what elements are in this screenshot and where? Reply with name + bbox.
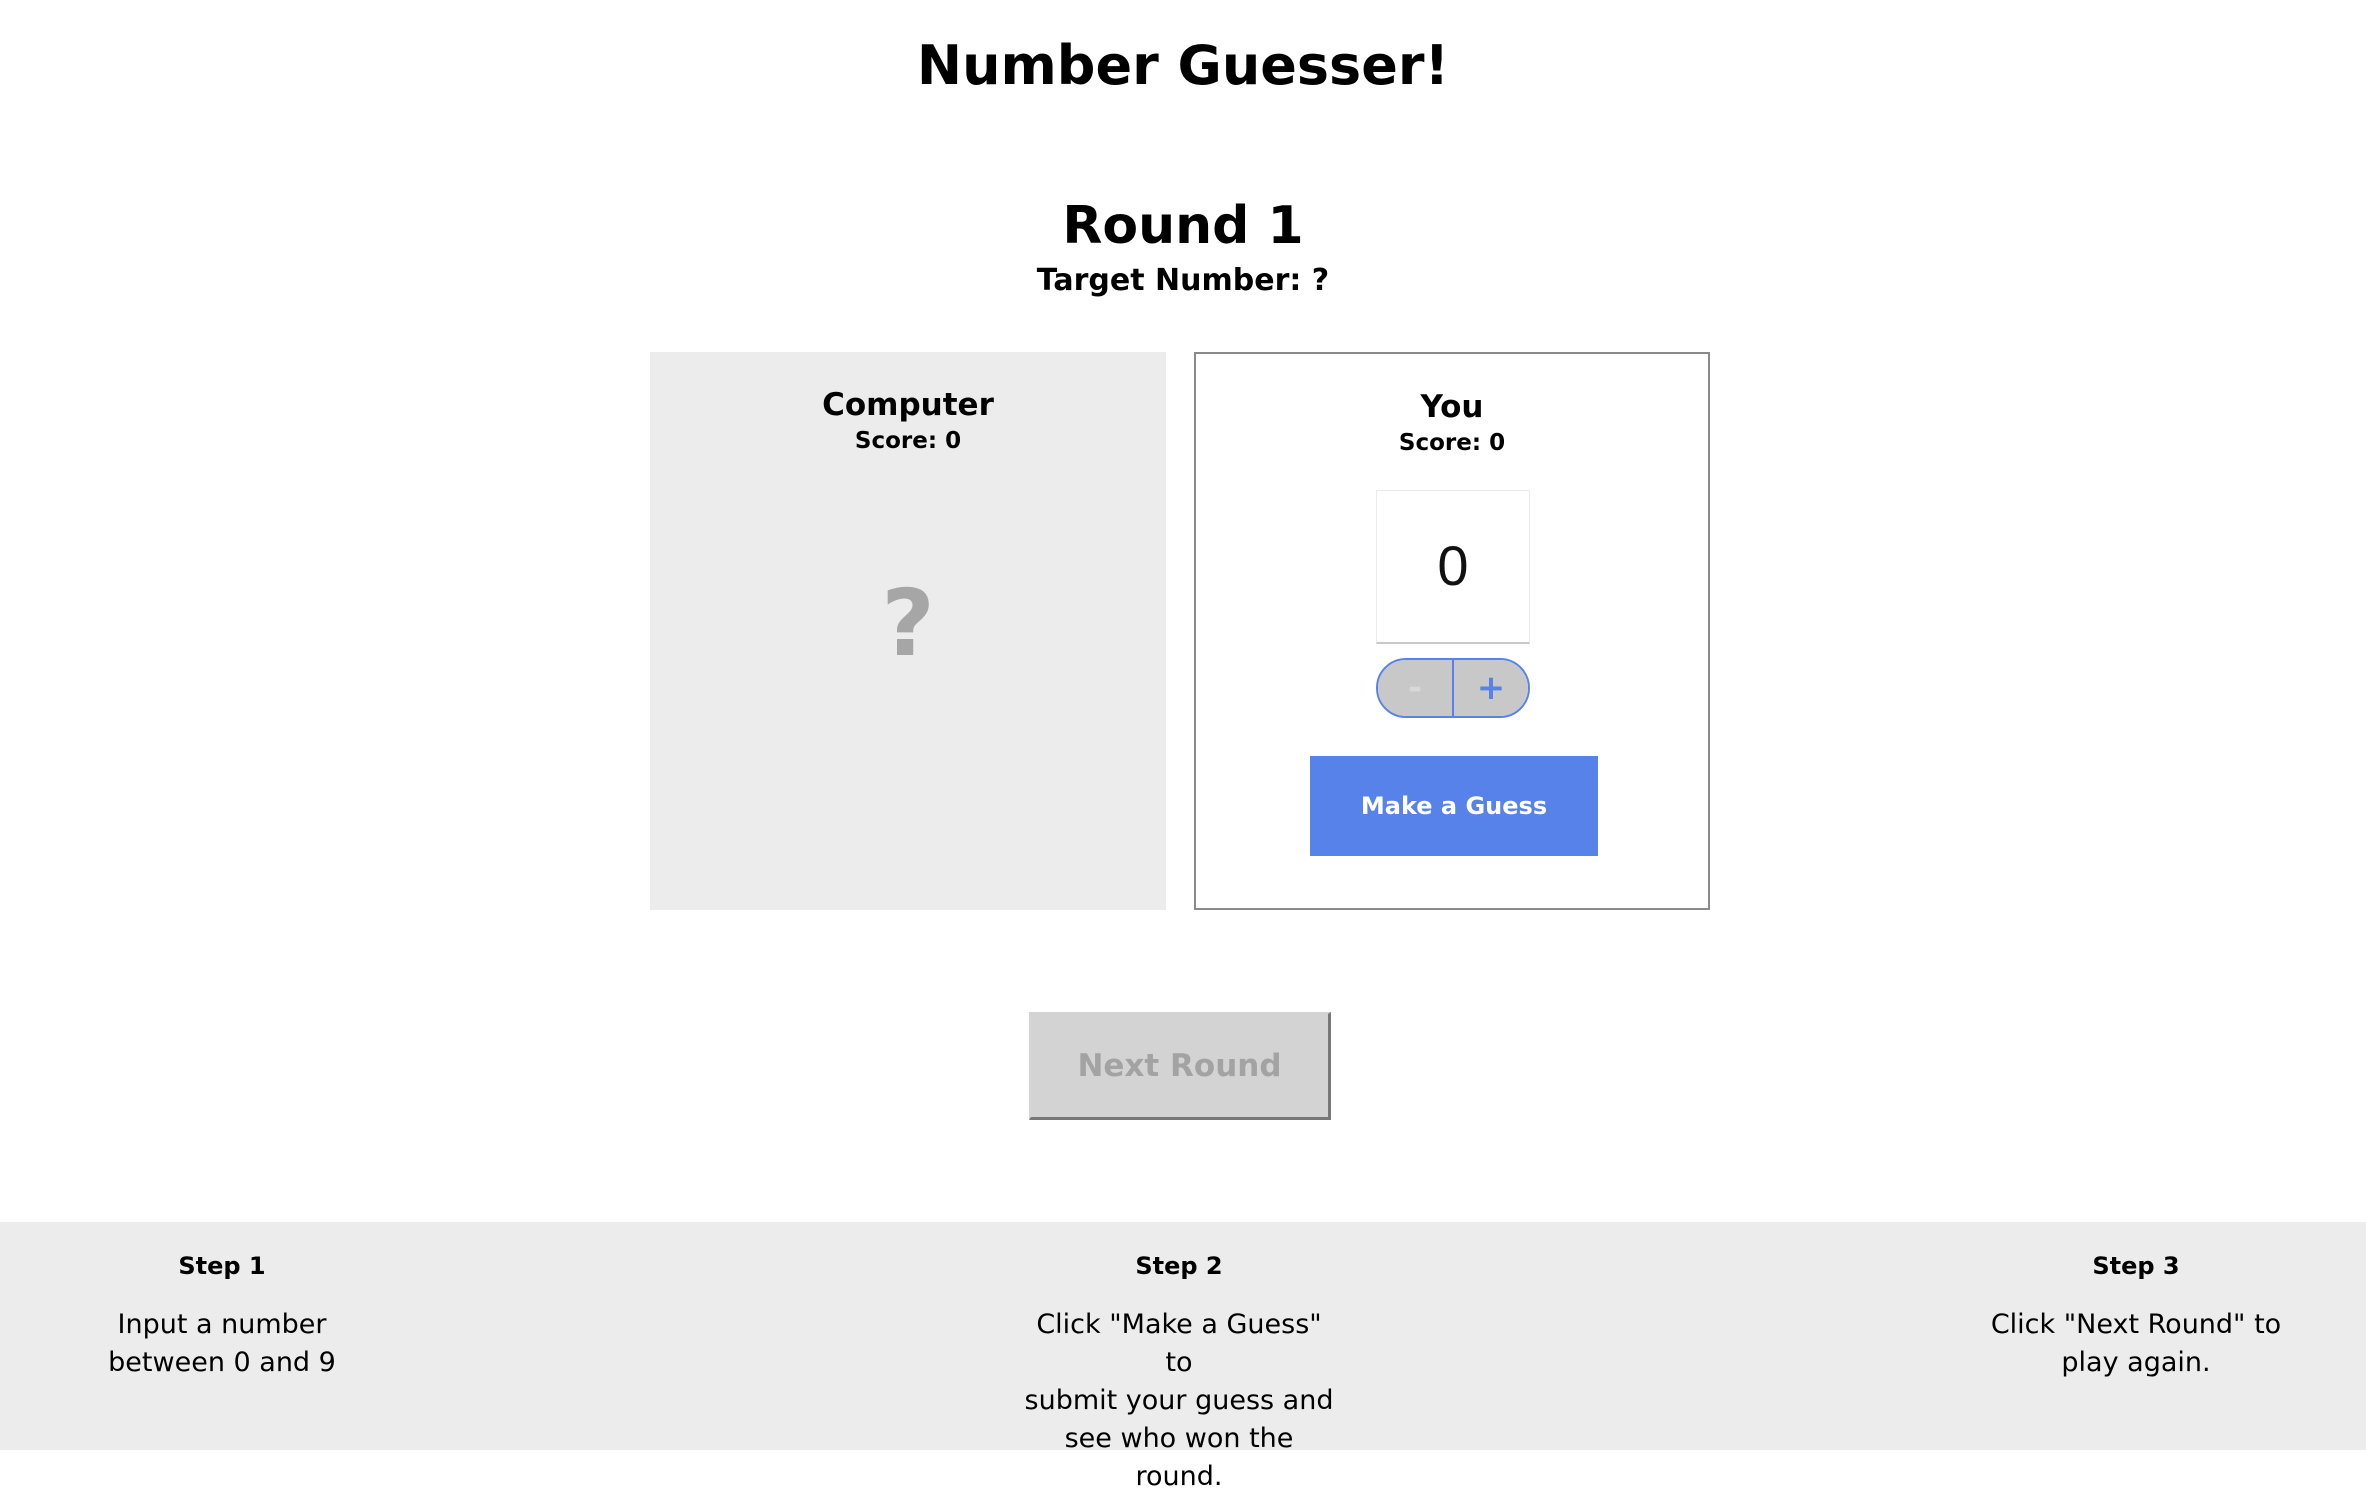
step-text-line: Click "Next Round" to bbox=[1990, 1309, 2282, 1340]
instruction-step-3: Step 3 Click "Next Round" to play again. bbox=[1976, 1250, 2296, 1382]
step-text: Input a number between 0 and 9 bbox=[62, 1306, 382, 1382]
target-number-label: Target Number: ? bbox=[1036, 263, 1330, 298]
computer-panel: Computer Score: 0 ? bbox=[650, 352, 1166, 910]
computer-name: Computer bbox=[822, 387, 994, 423]
step-text: Click "Make a Guess" to submit your gues… bbox=[1019, 1306, 1339, 1496]
step-title: Step 2 bbox=[1135, 1252, 1223, 1280]
page-title: Number Guesser! bbox=[916, 34, 1450, 97]
step-title: Step 1 bbox=[178, 1252, 266, 1280]
instruction-step-1: Step 1 Input a number between 0 and 9 bbox=[62, 1250, 382, 1382]
step-text-line: submit your guess and bbox=[1024, 1385, 1334, 1416]
guess-number-input[interactable]: 0 bbox=[1376, 490, 1530, 644]
step-text-line: see who won the round. bbox=[1064, 1423, 1294, 1492]
player-score: Score: 0 bbox=[1398, 430, 1506, 456]
step-text-line: play again. bbox=[2061, 1347, 2211, 1378]
player-panel: You Score: 0 0 - + Make a Guess bbox=[1194, 352, 1710, 910]
step-text-line: Click "Make a Guess" to bbox=[1036, 1309, 1322, 1378]
guess-stepper: - + bbox=[1376, 658, 1530, 718]
next-round-button[interactable]: Next Round bbox=[1029, 1012, 1331, 1120]
player-name: You bbox=[1420, 389, 1484, 425]
step-text-line: Input a number bbox=[117, 1309, 327, 1340]
step-text: Click "Next Round" to play again. bbox=[1976, 1306, 2296, 1382]
decrement-button[interactable]: - bbox=[1378, 660, 1454, 716]
computer-score: Score: 0 bbox=[854, 428, 962, 454]
make-guess-button[interactable]: Make a Guess bbox=[1310, 756, 1598, 856]
round-heading: Round 1 bbox=[1062, 196, 1304, 256]
computer-guess: ? bbox=[881, 570, 935, 677]
instructions-footer: Step 1 Input a number between 0 and 9 St… bbox=[0, 1222, 2366, 1492]
increment-button[interactable]: + bbox=[1454, 660, 1528, 716]
step-text-line: between 0 and 9 bbox=[108, 1347, 336, 1378]
step-title: Step 3 bbox=[2092, 1252, 2180, 1280]
instruction-step-2: Step 2 Click "Make a Guess" to submit yo… bbox=[1019, 1250, 1339, 1496]
